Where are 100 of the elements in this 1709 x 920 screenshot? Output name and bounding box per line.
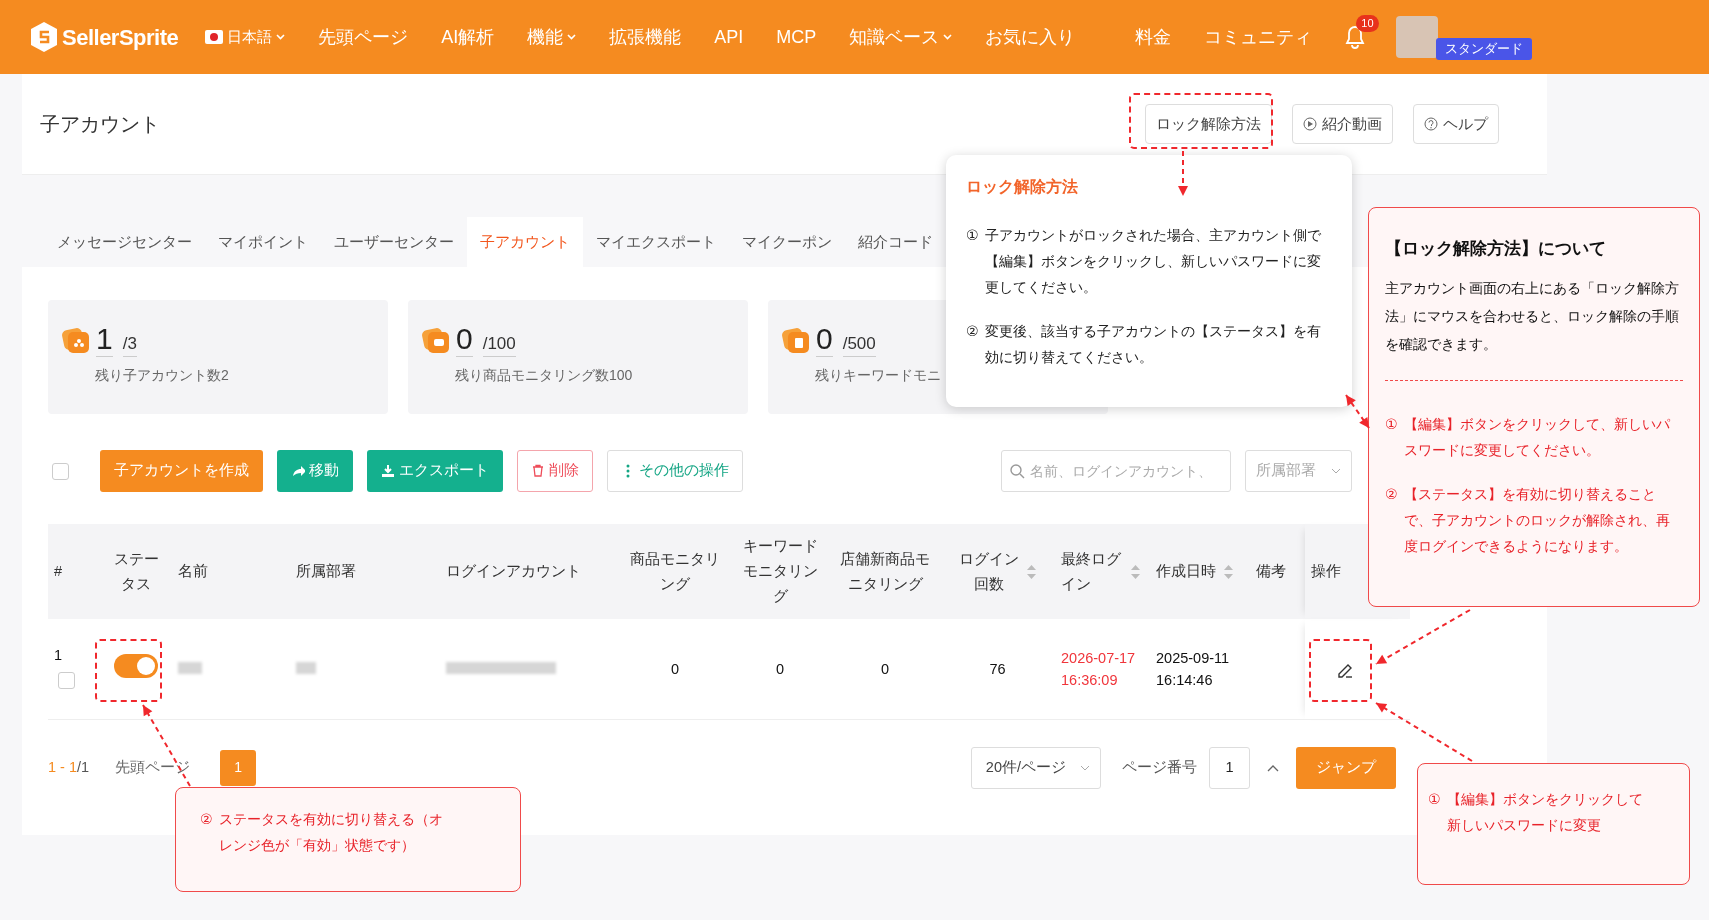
stat-value: 0 [816,322,833,357]
status-toggle[interactable] [114,653,158,678]
nav-link[interactable]: 知識ベース [849,23,953,51]
column-header[interactable]: 最終ログイン [1055,524,1150,619]
nav-link[interactable]: API [714,23,744,51]
stat-caption: 残りキーワードモニ [815,366,942,385]
column-header: 店舗新商品モニタリング [830,524,940,619]
sort-icon [1131,564,1140,579]
step-text: 子アカウントがロックされた場合、主アカウント側で【編集】ボタンをクリックし、新しいパスワードに変更してください。 [984,226,1322,298]
row-checkbox[interactable] [58,671,75,689]
blurred-text-placeholder [296,661,316,674]
header-button[interactable]: 紹介動画 [1292,104,1393,144]
stat-total: /500 [842,330,876,357]
highlight-frame [1309,639,1372,702]
help-icon [1424,117,1438,131]
table-cell: 0 [620,619,730,719]
dashed-arrow [1178,150,1188,197]
step-number: ① [966,226,979,246]
nav-link[interactable]: 先頭ページ [318,23,409,51]
caret-icon [276,34,286,40]
step-text: 【編集】ボタンをクリックして新しいパスワードに変更 [1446,790,1644,835]
header-button[interactable]: ロック解除方法 [1145,104,1272,144]
page-button[interactable]: 1 [220,749,257,786]
avatar-placeholder[interactable] [1396,16,1439,58]
play-icon [1303,117,1317,131]
page-number-label: ページ番号 [1122,757,1197,777]
logo-icon [30,21,58,53]
tab[interactable]: 子アカウント [467,217,583,267]
column-header[interactable]: ログイン回数 [940,524,1055,619]
language-selector[interactable]: 日本語 [205,25,286,49]
stacked-card-icon [62,325,90,354]
toolbar-button[interactable]: 子アカウントを作成 [100,450,263,492]
column-header: 備考 [1250,524,1305,619]
nav-link[interactable]: 機能 [527,23,577,51]
column-header[interactable]: 作成日時 [1150,524,1250,619]
table-cell: 2025-09-11 16:14:46 [1150,619,1250,719]
toolbar-button[interactable]: 削除 [517,450,593,492]
header-button[interactable]: ヘルプ [1413,104,1499,144]
nav-link[interactable]: コミュニティ [1204,23,1313,51]
page-title: 子アカウント [40,112,160,137]
blurred-text-placeholder [178,661,202,674]
download-icon [381,464,395,478]
tab[interactable]: マイクーポン [729,217,845,267]
callout-title: 【ロック解除方法】について [1385,238,1607,260]
tab[interactable]: マイエクスポート [583,217,729,267]
caret-icon [567,34,577,40]
plan-badge: スタンダード [1436,38,1533,60]
tab[interactable]: 紹介コード [845,217,946,267]
step-number: ② [200,810,213,829]
caret-up-icon [1267,763,1279,772]
tab[interactable]: ユーザーセンター [321,217,467,267]
jump-button[interactable]: ジャンプ [1296,746,1396,789]
column-header: ログインアカウント [440,524,620,619]
nav-link[interactable]: 拡張機能 [609,23,682,51]
table-cell: 2026-07-17 16:36:09 [1055,619,1150,719]
select-all-checkbox[interactable] [52,462,69,480]
first-page-link[interactable]: 先頭ページ [111,756,195,779]
search-field[interactable]: 名前、ログインアカウント、 [1001,450,1231,492]
bell-icon[interactable] [1344,25,1367,50]
stacked-card-icon [422,325,450,354]
nav-link[interactable]: AI解析 [441,23,495,51]
table-cell: 0 [830,619,940,719]
nav-link[interactable]: 料金 [1135,23,1172,51]
column-header: キーワードモニタリング [730,524,830,619]
caret-icon [1080,764,1090,771]
flag-icon [205,30,224,44]
page-number-field[interactable]: 1 [1209,746,1250,789]
logo-text[interactable]: SellerSprite [62,20,179,54]
toolbar-button[interactable]: エクスポート [367,450,503,492]
column-header: 名前 [172,524,290,619]
stat-caption: 残り商品モニタリング数100 [455,366,634,385]
step-text: ステータスを有効に切り替える（オレンジ色が「有効」状態です） [218,810,444,855]
nav-link[interactable]: MCP [776,23,817,51]
step-text: 変更後、該当する子アカウントの【ステータス】を有効に切り替えてください。 [984,322,1322,368]
caret-icon [943,34,953,40]
tab[interactable]: マイポイント [205,217,321,267]
notification-count: 10 [1356,14,1379,32]
search-icon [1010,464,1025,479]
toolbar-button[interactable]: 移動 [277,450,353,492]
popover-title: ロック解除方法 [966,177,1079,197]
stat-value: 0 [456,322,473,357]
step-number: ① [1385,414,1398,434]
table-cell: 76 [940,619,1055,719]
sort-icon [1027,564,1036,579]
department-select[interactable]: 所属部署 [1245,450,1352,492]
column-header: # [48,524,100,619]
highlight-frame [95,639,162,702]
tab[interactable]: メッセージセンター [44,217,205,267]
page-size-select[interactable]: 20件/ページ [970,746,1101,789]
stat-total: /3 [122,330,137,357]
callout-text: 主アカウント画面の右上にある「ロック解除方法」にマウスを合わせると、ロック解除の手順を確認できます。 [1385,278,1680,354]
toolbar-button[interactable]: その他の操作 [607,450,743,492]
stat-total: /100 [482,330,516,357]
nav-link[interactable]: お気に入り [985,23,1076,51]
trash-icon [531,464,545,478]
column-header: ステータス [100,524,172,619]
row-number: 1 [54,645,64,665]
page-range: 1 - 1 [48,757,77,777]
page-total: /1 [77,757,90,777]
caret-icon [1331,468,1341,474]
